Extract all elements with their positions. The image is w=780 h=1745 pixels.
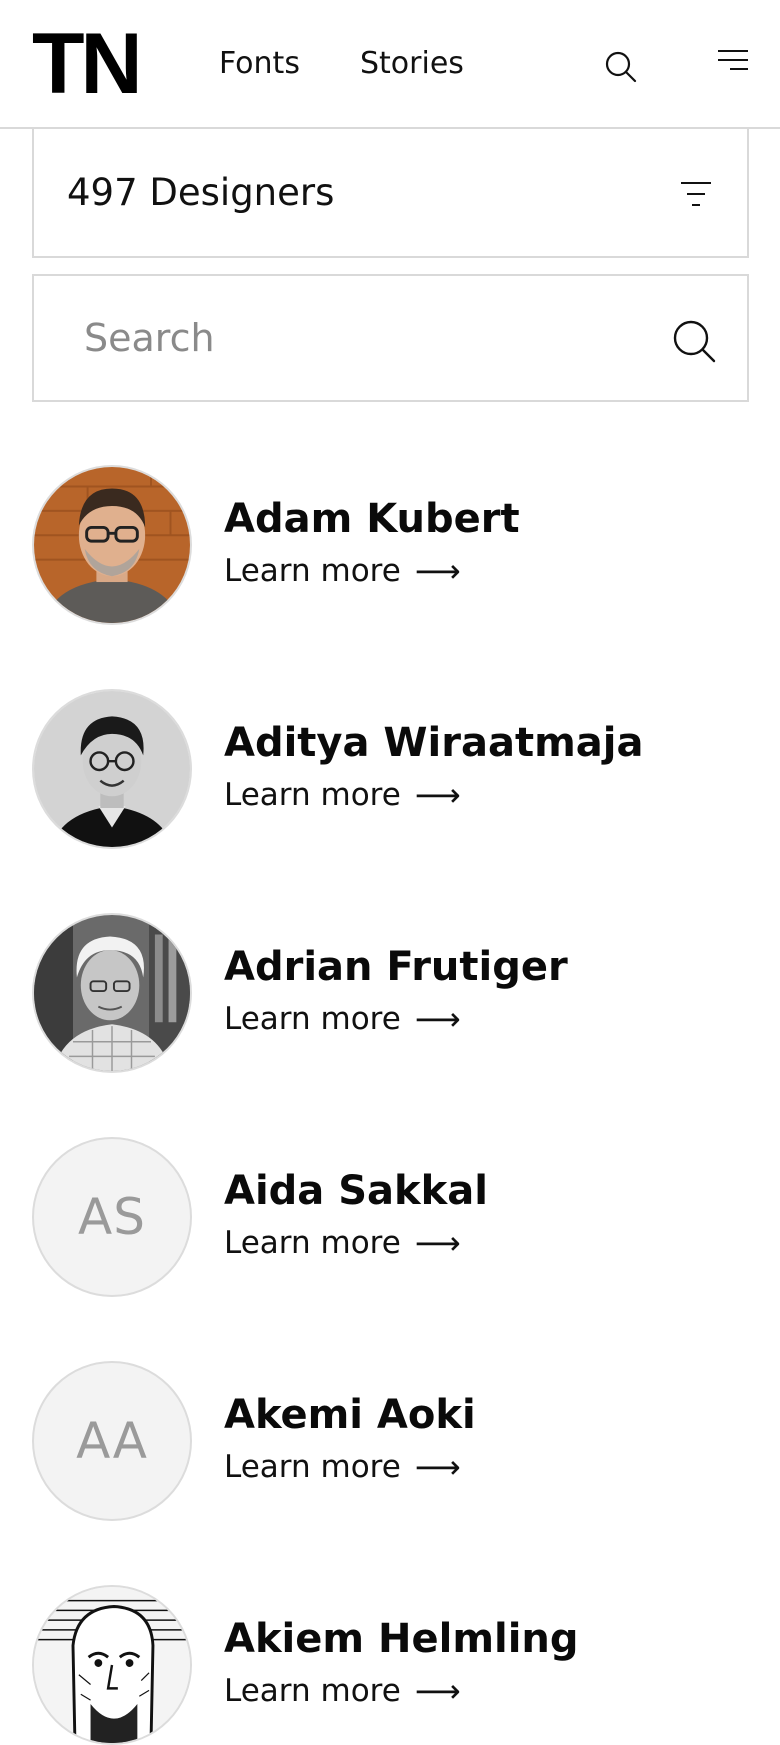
designer-name[interactable]: Aida Sakkal (224, 1165, 488, 1217)
designer-photo (34, 915, 190, 1071)
nav-link-fonts[interactable]: Fonts (219, 44, 300, 84)
search-icon[interactable] (604, 50, 638, 84)
learn-more-label: Learn more (224, 1673, 401, 1709)
learn-more-link[interactable]: Learn more ⟶ (224, 1223, 461, 1263)
avatar[interactable] (32, 465, 192, 625)
learn-more-label: Learn more (224, 1001, 401, 1037)
list-item: Adrian Frutiger Learn more ⟶ (0, 913, 780, 1073)
site-logo[interactable]: TN (32, 21, 143, 107)
avatar-initials: AA (76, 1412, 148, 1470)
designer-photo (34, 1587, 190, 1743)
avatar[interactable] (32, 689, 192, 849)
avatar[interactable]: AS (32, 1137, 192, 1297)
avatar[interactable]: AA (32, 1361, 192, 1521)
list-item: AA Akemi Aoki Learn more ⟶ (0, 1361, 780, 1521)
list-item: Adam Kubert Learn more ⟶ (0, 465, 780, 625)
designer-photo (34, 467, 190, 623)
avatar[interactable] (32, 913, 192, 1073)
search-icon[interactable] (672, 319, 716, 363)
list-item: Aditya Wiraatmaja Learn more ⟶ (0, 689, 780, 849)
learn-more-label: Learn more (224, 1225, 401, 1261)
avatar[interactable] (32, 1585, 192, 1745)
learn-more-link[interactable]: Learn more ⟶ (224, 999, 461, 1039)
designer-name[interactable]: Adam Kubert (224, 493, 520, 545)
designer-photo (34, 691, 190, 847)
learn-more-label: Learn more (224, 777, 401, 813)
designer-name[interactable]: Adrian Frutiger (224, 941, 568, 993)
list-item: AS Aida Sakkal Learn more ⟶ (0, 1137, 780, 1297)
designer-name[interactable]: Akiem Helmling (224, 1613, 579, 1665)
designer-name[interactable]: Akemi Aoki (224, 1389, 476, 1441)
learn-more-link[interactable]: Learn more ⟶ (224, 1671, 461, 1711)
designer-count: 497 Designers (67, 171, 335, 214)
designer-filter-bar[interactable]: 497 Designers (32, 129, 749, 258)
nav-link-stories[interactable]: Stories (360, 44, 464, 84)
learn-more-link[interactable]: Learn more ⟶ (224, 551, 461, 591)
search-input[interactable] (84, 306, 644, 370)
arrow-right-icon: ⟶ (414, 1224, 461, 1262)
list-item: Akiem Helmling Learn more ⟶ (0, 1585, 780, 1745)
learn-more-link[interactable]: Learn more ⟶ (224, 1447, 461, 1487)
arrow-right-icon: ⟶ (414, 1448, 461, 1486)
site-header: TN Fonts Stories (0, 0, 780, 129)
arrow-right-icon: ⟶ (414, 1672, 461, 1710)
arrow-right-icon: ⟶ (414, 1000, 461, 1038)
hamburger-menu-icon[interactable] (716, 48, 750, 72)
avatar-initials: AS (78, 1188, 146, 1246)
arrow-right-icon: ⟶ (414, 776, 461, 814)
arrow-right-icon: ⟶ (414, 552, 461, 590)
learn-more-label: Learn more (224, 1449, 401, 1485)
filter-icon[interactable] (679, 180, 713, 208)
learn-more-link[interactable]: Learn more ⟶ (224, 775, 461, 815)
learn-more-label: Learn more (224, 553, 401, 589)
designer-name[interactable]: Aditya Wiraatmaja (224, 717, 643, 769)
designer-search-box (32, 274, 749, 402)
